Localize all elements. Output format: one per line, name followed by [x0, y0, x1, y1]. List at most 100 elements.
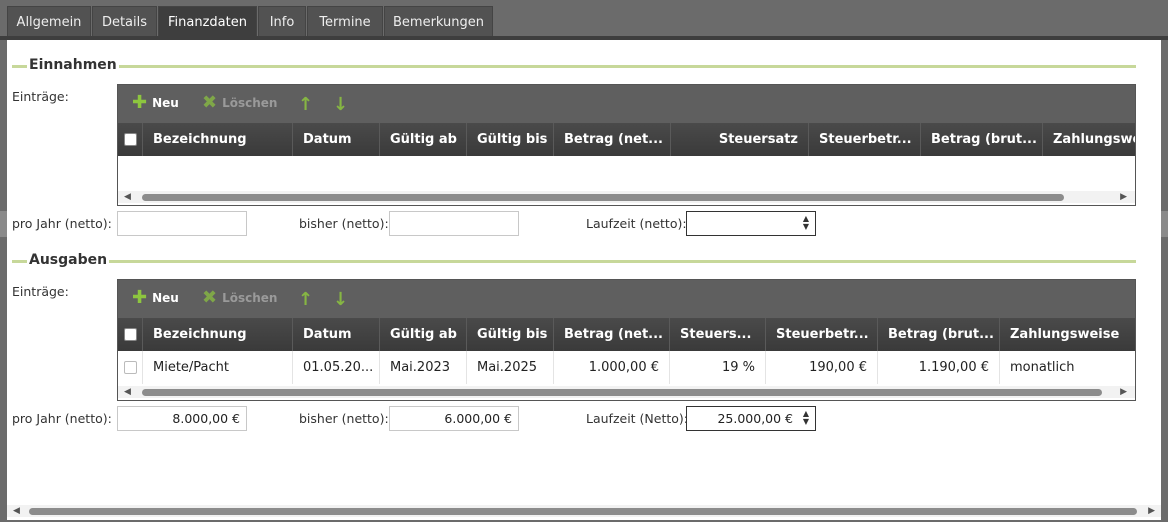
finanzdaten-panel: Einnahmen Einträge: ✚ Neu ✖ Löschen ↑ ↓ …	[7, 40, 1161, 520]
tab-allgemein[interactable]: Allgemein	[7, 6, 91, 37]
einnahmen-divider	[12, 65, 1136, 68]
col-betrag-brutto[interactable]: Betrag (brut...	[920, 123, 1042, 156]
delete-x-icon: ✖	[202, 287, 218, 308]
ausgaben-runtime-stepper[interactable]: 25.000,00 € ▲ ▼	[686, 406, 816, 431]
tab-label: Info	[269, 14, 295, 30]
ausgaben-runtime-label: Laufzeit (Netto):	[586, 411, 689, 426]
cell-zahlungsweise: monatlich	[999, 351, 1135, 384]
ausgaben-title: Ausgaben	[27, 252, 110, 268]
cell-gueltig-ab: Mai.2023	[379, 351, 466, 384]
ausgaben-grid: ✚ Neu ✖ Löschen ↑ ↓ Bezeichnung Datum Gü…	[117, 279, 1136, 401]
cell-steuerbetrag: 190,00 €	[765, 351, 877, 384]
ausgaben-delete-button[interactable]: ✖ Löschen	[202, 287, 278, 308]
col-steuerbetrag[interactable]: Steuerbetr...	[808, 123, 920, 156]
move-up-icon[interactable]: ↑	[298, 289, 313, 310]
left-edge-handle[interactable]	[0, 211, 7, 237]
einnahmen-runtime-stepper[interactable]: ▲ ▼	[686, 211, 816, 236]
col-gueltig-ab[interactable]: Gültig ab	[379, 123, 466, 156]
scroll-left-icon[interactable]: ◀	[13, 505, 20, 517]
einnahmen-so-far-field[interactable]	[389, 211, 519, 236]
ausgaben-per-year-label: pro Jahr (netto):	[12, 411, 112, 426]
scroll-thumb[interactable]	[142, 194, 1064, 201]
ausgaben-divider	[12, 260, 1136, 263]
plus-icon: ✚	[132, 92, 148, 113]
move-up-icon[interactable]: ↑	[298, 94, 313, 115]
select-all-checkbox[interactable]	[124, 133, 137, 146]
col-datum[interactable]: Datum	[292, 123, 379, 156]
table-row[interactable]: Miete/Pacht 01.05.20... Mai.2023 Mai.202…	[118, 351, 1135, 384]
scroll-right-icon[interactable]: ▶	[1120, 386, 1127, 398]
einnahmen-title: Einnahmen	[27, 57, 119, 73]
move-down-icon[interactable]: ↓	[333, 289, 348, 310]
tab-label: Allgemein	[16, 14, 82, 30]
ausgaben-entries-label: Einträge:	[12, 284, 69, 299]
scroll-right-icon[interactable]: ▶	[1148, 505, 1155, 517]
spinner-arrows-icon[interactable]: ▲ ▼	[803, 410, 809, 426]
tab-info[interactable]: Info	[258, 6, 306, 37]
col-zahlungsweise[interactable]: Zahlungsweise	[1042, 123, 1135, 156]
tab-label: Termine	[319, 14, 371, 30]
row-checkbox[interactable]	[124, 361, 137, 374]
col-betrag-netto[interactable]: Betrag (net...	[553, 123, 670, 156]
new-label: Neu	[152, 96, 179, 110]
tab-termine[interactable]: Termine	[307, 6, 383, 37]
einnahmen-new-button[interactable]: ✚ Neu	[132, 92, 179, 113]
select-all-checkbox[interactable]	[124, 328, 137, 341]
scroll-thumb[interactable]	[29, 508, 1137, 515]
col-steuersatz[interactable]: Steuers...	[669, 318, 765, 351]
col-steuerbetrag[interactable]: Steuerbetr...	[765, 318, 877, 351]
einnahmen-per-year-field[interactable]	[117, 211, 247, 236]
page-hscrollbar[interactable]: ◀ ▶	[7, 505, 1161, 517]
einnahmen-entries-label: Einträge:	[12, 89, 69, 104]
einnahmen-per-year-label: pro Jahr (netto):	[12, 216, 112, 231]
delete-x-icon: ✖	[202, 92, 218, 113]
tab-bar: Allgemein Details Finanzdaten Info Termi…	[0, 0, 1168, 38]
tab-label: Details	[101, 14, 148, 30]
runtime-value: 25.000,00 €	[717, 411, 793, 426]
col-bezeichnung[interactable]: Bezeichnung	[142, 318, 292, 351]
scroll-left-icon[interactable]: ◀	[124, 191, 131, 203]
col-datum[interactable]: Datum	[292, 318, 379, 351]
right-edge-handle[interactable]	[1161, 211, 1168, 237]
col-gueltig-bis[interactable]: Gültig bis	[466, 318, 553, 351]
cell-gueltig-bis: Mai.2025	[466, 351, 553, 384]
col-betrag-brutto[interactable]: Betrag (brut...	[877, 318, 999, 351]
tab-bemerkungen[interactable]: Bemerkungen	[384, 6, 493, 37]
scroll-right-icon[interactable]: ▶	[1120, 191, 1127, 203]
scroll-left-icon[interactable]: ◀	[124, 386, 131, 398]
ausgaben-hscrollbar[interactable]: ◀ ▶	[118, 386, 1135, 398]
einnahmen-so-far-label: bisher (netto):	[299, 216, 389, 231]
einnahmen-toolbar: ✚ Neu ✖ Löschen ↑ ↓	[118, 85, 1135, 123]
tab-label: Bemerkungen	[392, 14, 485, 30]
scroll-thumb[interactable]	[142, 389, 1102, 396]
einnahmen-hscrollbar[interactable]: ◀ ▶	[118, 191, 1135, 203]
spinner-arrows-icon[interactable]: ▲ ▼	[803, 215, 809, 231]
delete-label: Löschen	[222, 96, 278, 110]
ausgaben-so-far-field[interactable]: 6.000,00 €	[389, 406, 519, 431]
cell-steuersatz: 19 %	[669, 351, 765, 384]
cell-betrag-netto: 1.000,00 €	[553, 351, 669, 384]
cell-bezeichnung: Miete/Pacht	[142, 351, 292, 384]
cell-betrag-brutto: 1.190,00 €	[877, 351, 999, 384]
cell-datum: 01.05.20...	[292, 351, 379, 384]
tab-label: Finanzdaten	[168, 15, 247, 30]
ausgaben-per-year-field[interactable]: 8.000,00 €	[117, 406, 247, 431]
einnahmen-header: Bezeichnung Datum Gültig ab Gültig bis B…	[118, 123, 1135, 156]
ausgaben-new-button[interactable]: ✚ Neu	[132, 287, 179, 308]
col-steuersatz[interactable]: Steuersatz	[670, 123, 808, 156]
col-gueltig-bis[interactable]: Gültig bis	[466, 123, 553, 156]
plus-icon: ✚	[132, 287, 148, 308]
einnahmen-delete-button[interactable]: ✖ Löschen	[202, 92, 278, 113]
move-down-icon[interactable]: ↓	[333, 94, 348, 115]
ausgaben-header: Bezeichnung Datum Gültig ab Gültig bis B…	[118, 318, 1135, 351]
einnahmen-grid: ✚ Neu ✖ Löschen ↑ ↓ Bezeichnung Datum Gü…	[117, 84, 1136, 206]
col-zahlungsweise[interactable]: Zahlungsweise	[999, 318, 1135, 351]
col-bezeichnung[interactable]: Bezeichnung	[142, 123, 292, 156]
ausgaben-toolbar: ✚ Neu ✖ Löschen ↑ ↓	[118, 280, 1135, 318]
tab-details[interactable]: Details	[92, 6, 157, 37]
tab-finanzdaten[interactable]: Finanzdaten	[158, 6, 257, 38]
col-gueltig-ab[interactable]: Gültig ab	[379, 318, 466, 351]
col-betrag-netto[interactable]: Betrag (net...	[553, 318, 669, 351]
new-label: Neu	[152, 291, 179, 305]
delete-label: Löschen	[222, 291, 278, 305]
